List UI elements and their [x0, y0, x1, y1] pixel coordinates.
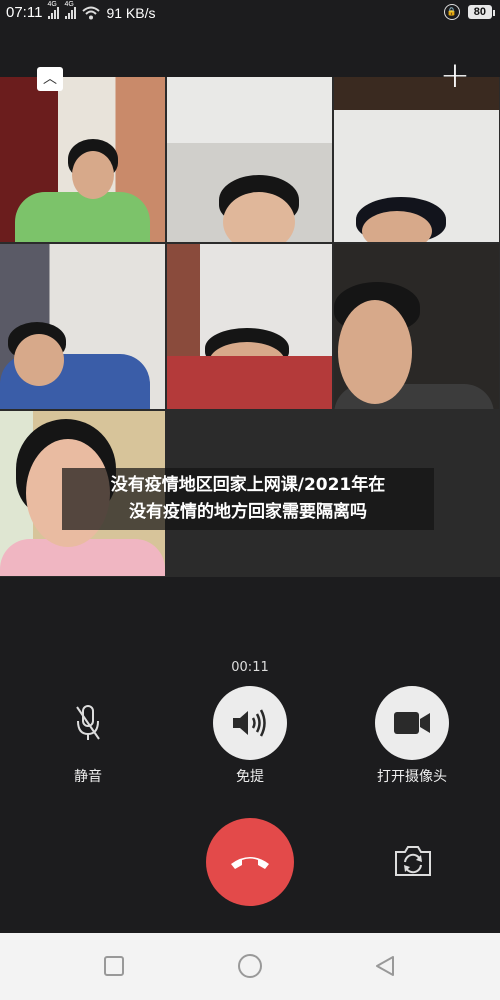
- signal-icon: 4G: [47, 1, 60, 19]
- phone-hangup-icon: [231, 857, 269, 869]
- navigation-bar: [0, 933, 500, 1000]
- chevron-up-icon: ︿: [43, 71, 57, 87]
- camera-flip-icon: [395, 846, 431, 876]
- video-tile[interactable]: [167, 77, 332, 242]
- add-participant-button[interactable]: +: [440, 58, 470, 94]
- flip-camera-button[interactable]: [393, 843, 433, 879]
- speaker-icon: [233, 709, 266, 737]
- network-speed: 91 KB/s: [106, 4, 156, 21]
- wifi-icon: [82, 6, 101, 19]
- title-line-1: 没有疫情地区回家上网课/2021年在: [110, 475, 386, 495]
- camera-label: 打开摄像头: [377, 769, 447, 785]
- rotation-lock-icon: 🔒: [443, 4, 460, 20]
- battery-indicator: 80: [467, 5, 496, 19]
- hangup-button[interactable]: [206, 818, 294, 906]
- camera-button[interactable]: 打开摄像头: [374, 686, 450, 786]
- microphone-icon: [76, 705, 100, 740]
- signal-icon: 4G: [64, 1, 77, 19]
- plus-icon: +: [439, 55, 470, 96]
- speaker-label: 免提: [236, 769, 264, 785]
- title-line-2: 没有疫情的地方回家需要隔离吗: [129, 502, 367, 522]
- video-tile[interactable]: [0, 244, 165, 409]
- status-bar: 07:11 4G 4G 91 KB/s 🔒 80: [0, 0, 500, 26]
- mute-button[interactable]: 静音: [50, 686, 126, 786]
- video-tile[interactable]: [334, 244, 499, 409]
- speaker-button[interactable]: 免提: [212, 686, 288, 786]
- back-icon[interactable]: [374, 955, 396, 977]
- video-tile[interactable]: [0, 77, 165, 242]
- video-camera-icon: [394, 712, 430, 734]
- video-tile[interactable]: [167, 244, 332, 409]
- title-overlay: 没有疫情地区回家上网课/2021年在 没有疫情的地方回家需要隔离吗: [62, 468, 434, 530]
- home-icon[interactable]: [237, 953, 263, 979]
- video-tile[interactable]: [334, 77, 499, 242]
- mute-label: 静音: [74, 769, 102, 785]
- recents-icon[interactable]: [103, 955, 125, 977]
- call-timer: 00:11: [231, 660, 269, 675]
- status-time: 07:11: [6, 4, 43, 21]
- collapse-button[interactable]: ︿: [37, 67, 63, 91]
